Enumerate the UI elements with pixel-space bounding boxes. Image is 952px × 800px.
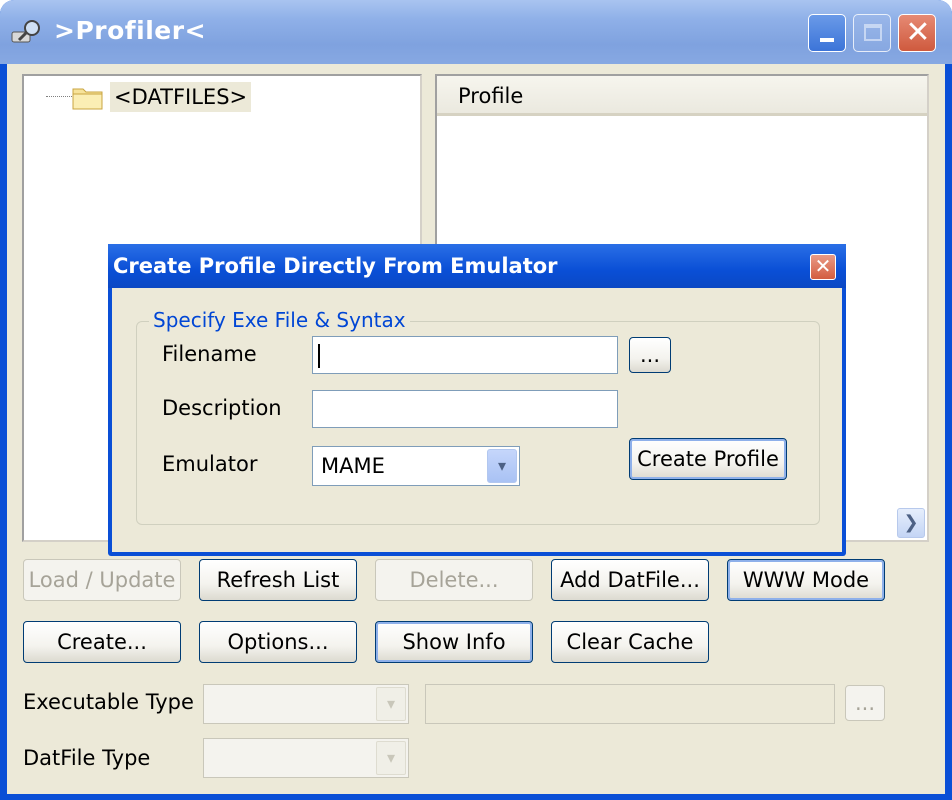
minimize-icon [820,38,834,42]
scroll-right-button[interactable]: ❯ [897,508,925,538]
tree-item-datfiles[interactable]: <DATFILES> [110,82,252,112]
chevron-down-icon[interactable]: ▾ [487,449,517,483]
groupbox-title: Specify Exe File & Syntax [149,308,410,332]
datfile-type-select[interactable]: ▾ [203,738,409,778]
emulator-select-value: MAME [321,454,385,478]
filename-label: Filename [162,342,257,366]
profile-column-header[interactable]: Profile [437,76,927,116]
emulator-select[interactable]: MAME ▾ [312,446,520,486]
executable-type-label: Executable Type [23,690,194,714]
description-label: Description [162,396,282,420]
show-info-button[interactable]: Show Info [375,621,533,663]
text-caret [318,344,320,368]
close-icon: ✕ [905,15,931,50]
window-titlebar[interactable]: >Profiler< ✕ [0,0,952,64]
executable-path-field[interactable] [425,684,835,724]
magnifier-app-icon [11,20,40,43]
clear-cache-button[interactable]: Clear Cache [551,621,709,663]
close-button[interactable]: ✕ [898,14,936,52]
maximize-icon [864,24,882,41]
filename-input[interactable] [312,336,618,374]
load-update-button[interactable]: Load / Update [23,559,181,601]
options-button[interactable]: Options... [199,621,357,663]
folder-icon [72,88,103,110]
refresh-list-button[interactable]: Refresh List [199,559,357,601]
maximize-button [853,14,891,52]
dialog-title: Create Profile Directly From Emulator [113,254,558,278]
browse-filename-button[interactable]: ... [629,337,671,373]
add-datfile-button[interactable]: Add DatFile... [551,559,709,601]
dialog-client-area: Specify Exe File & Syntax Filename ... D… [112,288,842,552]
profile-column-header-label: Profile [458,84,524,108]
delete-button[interactable]: Delete... [375,559,533,601]
chevron-down-icon: ▾ [376,687,406,721]
browse-executable-button[interactable]: ... [845,685,885,721]
create-profile-dialog: Create Profile Directly From Emulator ✕ … [108,244,846,556]
description-input[interactable] [312,390,618,428]
minimize-button[interactable] [808,14,846,52]
create-profile-button[interactable]: Create Profile [629,438,787,480]
dialog-close-button[interactable]: ✕ [810,254,836,280]
chevron-down-icon: ▾ [376,741,406,775]
exe-syntax-groupbox: Specify Exe File & Syntax Filename ... D… [136,308,820,525]
executable-type-select[interactable]: ▾ [203,684,409,724]
datfile-type-label: DatFile Type [23,746,151,770]
www-mode-button[interactable]: WWW Mode [727,559,885,601]
dialog-titlebar[interactable]: Create Profile Directly From Emulator ✕ [108,244,846,288]
create-button[interactable]: Create... [23,621,181,663]
window-title: >Profiler< [54,16,207,45]
emulator-label: Emulator [162,452,258,476]
